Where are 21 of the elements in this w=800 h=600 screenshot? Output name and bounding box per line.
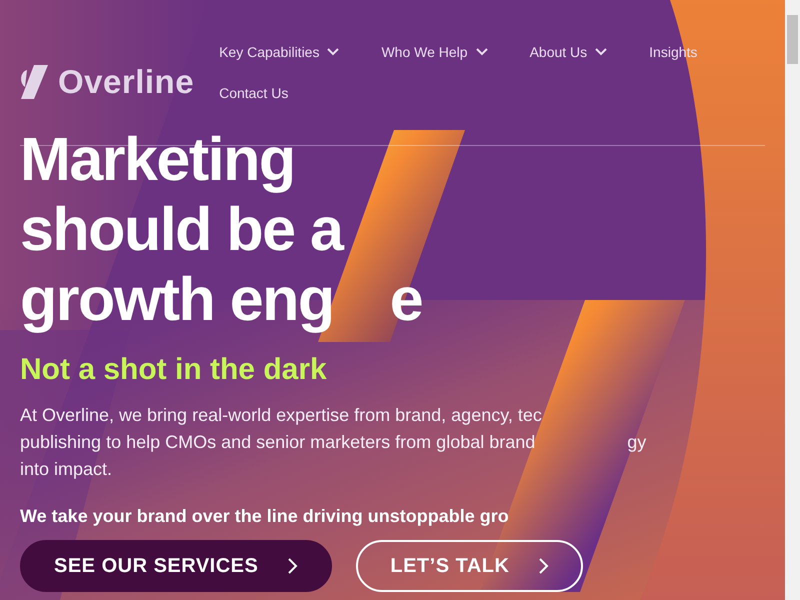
headline-text: Marketing bbox=[20, 124, 295, 194]
nav-link[interactable]: Key Capabilities bbox=[219, 43, 340, 60]
arrow-right-icon bbox=[288, 558, 298, 574]
services-button[interactable]: SEE OUR SERVICES bbox=[20, 540, 332, 592]
logo-text: Overline bbox=[58, 63, 194, 101]
headline-text: growth eng bbox=[20, 264, 334, 334]
intro-text: At Overline, we bring real-world expertise from brand, agency, tec bbox=[20, 404, 542, 427]
headline-text: should be a bbox=[20, 194, 342, 264]
intro-text: into impact. bbox=[20, 458, 112, 481]
arrow-right-icon bbox=[539, 558, 550, 574]
nav-link[interactable]: Contact Us bbox=[219, 84, 288, 101]
intro-text: gy bbox=[627, 431, 646, 454]
intro-text: publishing to help CMOs and senior marketers from global brand bbox=[20, 431, 536, 454]
tagline: Not a shot in the dark bbox=[20, 352, 328, 388]
scrollbar[interactable] bbox=[785, 0, 800, 600]
talk-button[interactable]: LET’S TALK bbox=[356, 540, 584, 592]
headline-text: e bbox=[390, 264, 422, 334]
nav-link[interactable]: About Us bbox=[530, 43, 608, 60]
statement-text: We take your brand over the line driving unstoppable gro bbox=[20, 505, 510, 528]
nav-link[interactable]: Who We Help bbox=[381, 43, 488, 60]
logo-icon bbox=[20, 65, 48, 99]
